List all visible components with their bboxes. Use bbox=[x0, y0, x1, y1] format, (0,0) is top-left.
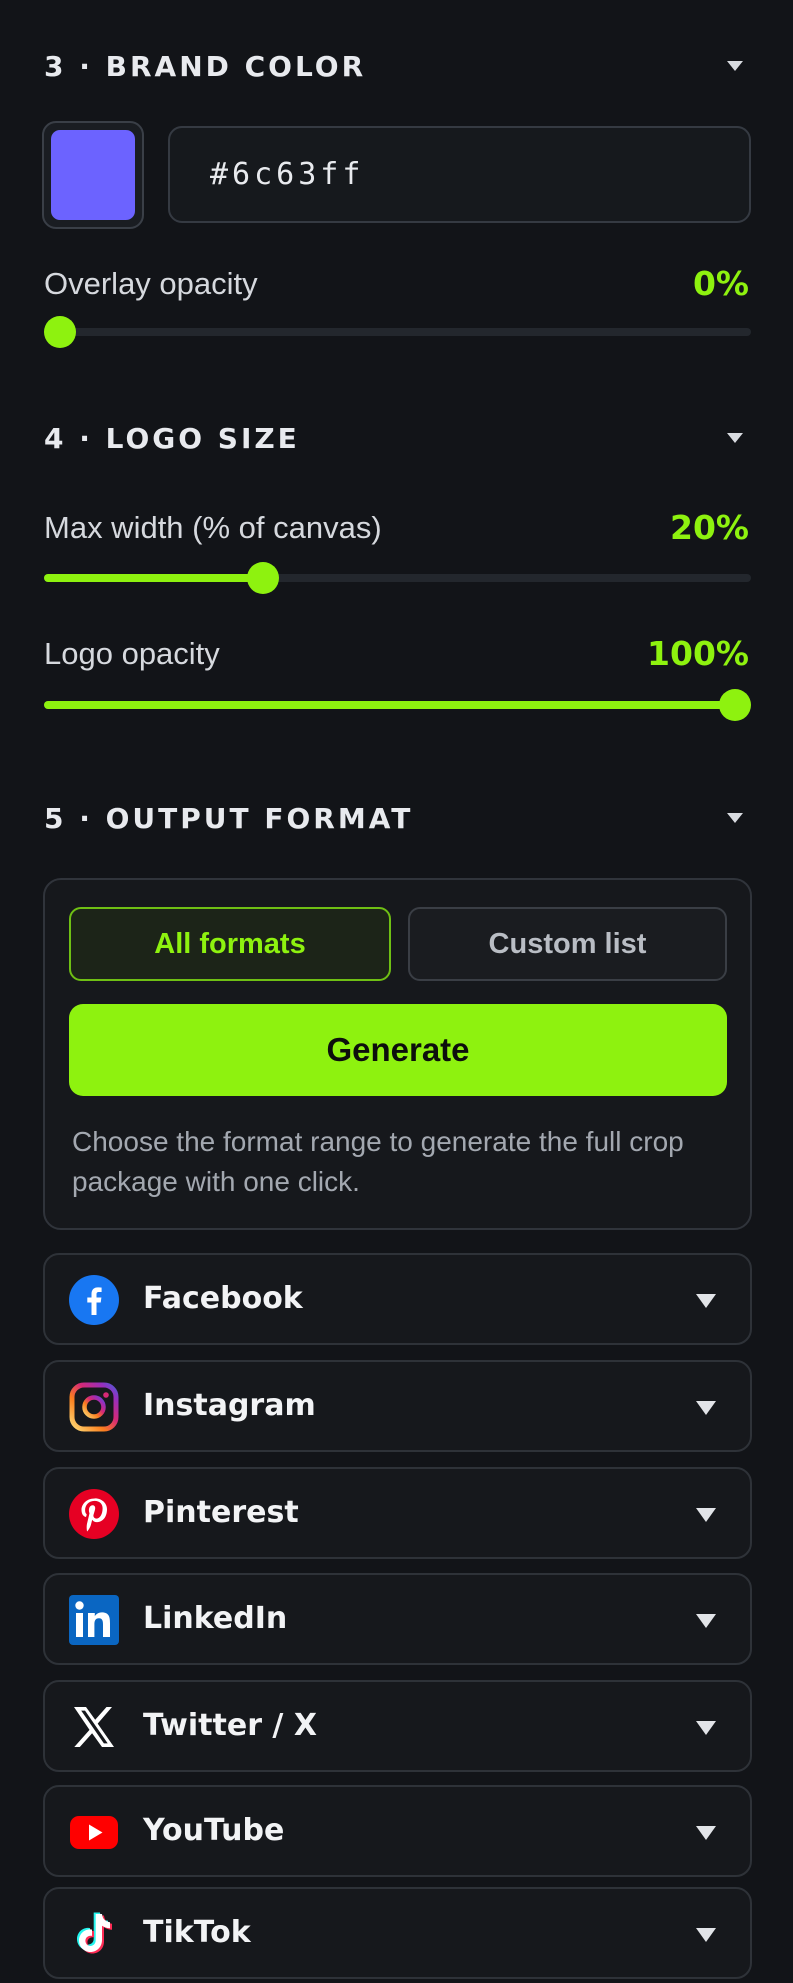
tiktok-icon bbox=[77, 1912, 112, 1954]
chevron-down-icon bbox=[696, 1614, 716, 1628]
instagram-icon bbox=[69, 1382, 119, 1432]
platform-item-instagram[interactable]: Instagram bbox=[43, 1360, 752, 1452]
max-width-slider[interactable] bbox=[44, 562, 751, 594]
overlay-opacity-value: 0% bbox=[692, 264, 749, 303]
logo-opacity-label: Logo opacity bbox=[44, 636, 220, 671]
color-swatch-button[interactable] bbox=[42, 121, 144, 229]
section-header-output-format[interactable]: 5 · OUTPUT FORMAT bbox=[44, 798, 749, 838]
settings-panel: 3 · BRAND COLOR Overlay opacity 0% 4 · L… bbox=[0, 0, 793, 1983]
chevron-down-icon bbox=[696, 1401, 716, 1415]
logo-opacity-value: 100% bbox=[647, 634, 749, 673]
generate-button[interactable]: Generate bbox=[69, 1004, 727, 1096]
linkedin-icon bbox=[69, 1595, 119, 1645]
facebook-icon bbox=[69, 1275, 119, 1325]
platform-item-tiktok[interactable]: TikTok bbox=[43, 1887, 752, 1979]
platform-item-twitter-x[interactable]: Twitter / X bbox=[43, 1680, 752, 1772]
x-icon bbox=[74, 1707, 114, 1747]
color-swatch bbox=[51, 130, 135, 220]
chevron-down-icon bbox=[696, 1508, 716, 1522]
chevron-down-icon bbox=[727, 433, 743, 443]
platform-item-youtube[interactable]: YouTube bbox=[43, 1785, 752, 1877]
chevron-down-icon bbox=[727, 61, 743, 71]
section-header-logo-size[interactable]: 4 · LOGO SIZE bbox=[44, 418, 749, 458]
platform-label: Facebook bbox=[143, 1281, 303, 1316]
platform-label: YouTube bbox=[143, 1813, 285, 1848]
max-width-label: Max width (% of canvas) bbox=[44, 510, 382, 545]
slider-track bbox=[44, 328, 751, 336]
chevron-down-icon bbox=[696, 1928, 716, 1942]
platform-label: Pinterest bbox=[143, 1495, 299, 1530]
max-width-value: 20% bbox=[670, 508, 749, 547]
overlay-opacity-label: Overlay opacity bbox=[44, 266, 258, 301]
pinterest-icon bbox=[69, 1489, 119, 1539]
platform-label: Instagram bbox=[143, 1388, 316, 1423]
section-header-brand-color[interactable]: 3 · BRAND COLOR bbox=[44, 46, 749, 86]
format-help-text: Choose the format range to generate the … bbox=[72, 1126, 684, 1197]
output-format-card: All formats Custom list Generate Choose … bbox=[43, 878, 752, 1230]
slider-fill bbox=[44, 701, 735, 709]
section-title: 3 · BRAND COLOR bbox=[44, 49, 367, 83]
section-title: 4 · LOGO SIZE bbox=[44, 421, 300, 455]
all-formats-button[interactable]: All formats bbox=[69, 907, 391, 981]
slider-thumb[interactable] bbox=[246, 562, 279, 594]
overlay-opacity-slider[interactable] bbox=[44, 316, 751, 348]
slider-fill bbox=[44, 574, 263, 582]
slider-thumb[interactable] bbox=[719, 689, 751, 721]
logo-opacity-slider[interactable] bbox=[44, 689, 751, 721]
platform-item-facebook[interactable]: Facebook bbox=[43, 1253, 752, 1345]
hex-color-input[interactable] bbox=[168, 126, 751, 223]
chevron-down-icon bbox=[696, 1294, 716, 1308]
chevron-down-icon bbox=[696, 1826, 716, 1840]
youtube-icon bbox=[70, 1816, 118, 1849]
platform-label: LinkedIn bbox=[143, 1601, 288, 1636]
slider-thumb[interactable] bbox=[44, 316, 76, 348]
platform-item-linkedin[interactable]: LinkedIn bbox=[43, 1573, 752, 1665]
custom-list-button[interactable]: Custom list bbox=[408, 907, 727, 981]
section-title: 5 · OUTPUT FORMAT bbox=[44, 801, 414, 835]
platform-label: Twitter / X bbox=[143, 1708, 317, 1743]
chevron-down-icon bbox=[696, 1721, 716, 1735]
chevron-down-icon bbox=[727, 813, 743, 823]
platform-item-pinterest[interactable]: Pinterest bbox=[43, 1467, 752, 1559]
platform-label: TikTok bbox=[143, 1915, 251, 1950]
